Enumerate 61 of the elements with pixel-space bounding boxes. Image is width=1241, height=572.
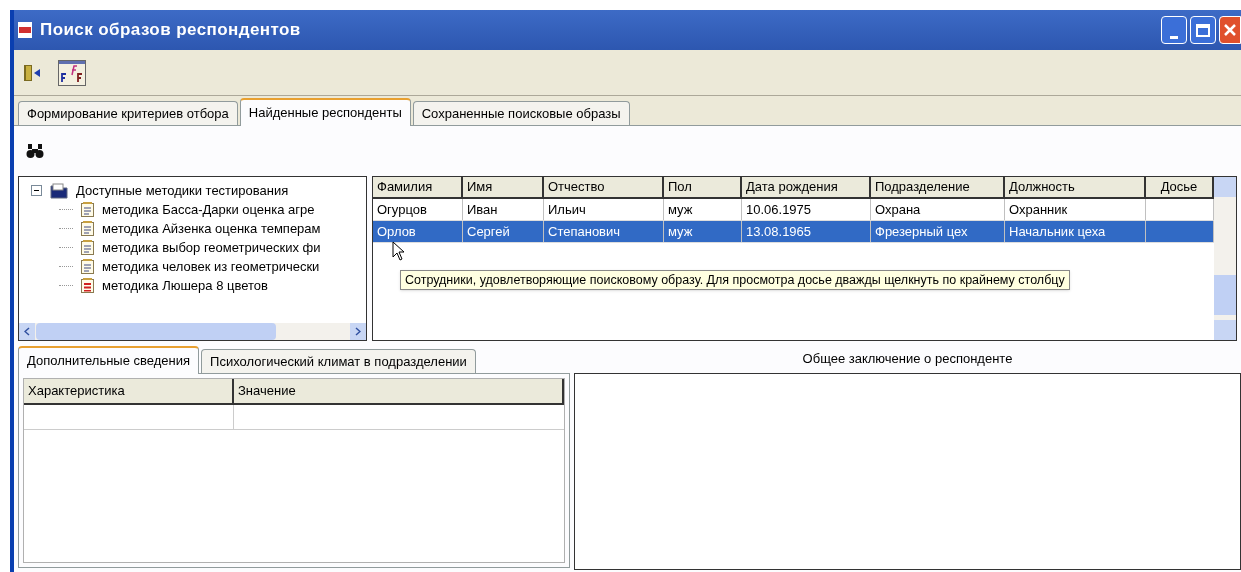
tab[interactable]: Формирование критериев отбора	[18, 101, 238, 125]
table-cell-text: Фрезерный цех	[875, 222, 968, 241]
tab[interactable]: Сохраненные поисковые образы	[412, 101, 630, 125]
tree-item[interactable]: методика человек из геометрически	[102, 256, 320, 277]
tree-item[interactable]: методика Басса-Дарки оценка агре	[102, 199, 315, 220]
tab[interactable]: Найденные респонденты	[239, 98, 411, 126]
tree-item[interactable]: Доступные методики тестирования	[76, 180, 289, 201]
app-icon	[18, 22, 32, 38]
table-cell-text: Огурцов	[377, 200, 427, 219]
collapse-icon[interactable]	[31, 185, 42, 196]
tooltip: Сотрудники, удовлетворяющие поисковому образу. Для просмотра досье дважды щелкнуть по крайнему столбцу	[400, 270, 1070, 290]
tab[interactable]: Дополнительные сведения	[18, 346, 200, 374]
column-header[interactable]: Имя	[463, 177, 544, 199]
conclusion-title: Общее заключение о респонденте	[802, 350, 1013, 369]
table-cell-text: муж	[668, 200, 693, 219]
table-cell-text: муж	[668, 222, 693, 241]
column-header[interactable]: Подразделение	[871, 177, 1005, 199]
table-cell-text: Охранник	[1009, 200, 1068, 219]
table-cell-text: Ильич	[548, 200, 586, 219]
table-cell-text: Степанович	[548, 222, 621, 241]
column-header[interactable]: Должность	[1005, 177, 1146, 199]
tree-item[interactable]: методика выбор геометрических фи	[102, 237, 321, 258]
folder-icon	[50, 182, 68, 199]
column-header[interactable]: Характеристика	[24, 379, 234, 405]
tab[interactable]: Психологический климат в подразделении	[201, 349, 476, 373]
close-button[interactable]	[1219, 16, 1241, 44]
close-icon	[1224, 24, 1236, 36]
table-cell-text: Сергей	[467, 222, 510, 241]
table-cell-text: 10.06.1975	[746, 200, 812, 219]
column-header[interactable]: Досье	[1146, 177, 1214, 199]
tree-item[interactable]: методика Айзенка оценка темперам	[102, 218, 321, 239]
table-row[interactable]: Огурцов Иван Ильич муж 10.06.1975 Охрана Охранник	[373, 199, 1214, 221]
formula-icon[interactable]	[58, 59, 86, 86]
document-icon	[81, 259, 94, 274]
column-header[interactable]: Отчество	[544, 177, 664, 199]
column-header[interactable]: Пол	[664, 177, 742, 199]
tree-item[interactable]: методика Люшера 8 цветов	[102, 275, 268, 296]
table-cell-text: Охрана	[875, 200, 921, 219]
exit-door-icon[interactable]	[22, 62, 42, 83]
document-icon	[81, 221, 94, 236]
document-icon	[81, 202, 94, 217]
table-cell-text: Иван	[467, 200, 498, 219]
binoculars-icon[interactable]	[26, 143, 44, 159]
column-header[interactable]: Фамилия	[373, 177, 463, 199]
table-cell-text: Начальник цеха	[1009, 222, 1106, 241]
table-cell-text: 13.08.1965	[746, 222, 812, 241]
vertical-scrollbar[interactable]	[1214, 177, 1236, 340]
scroll-right-icon[interactable]	[355, 327, 361, 336]
maximize-button[interactable]	[1190, 16, 1216, 44]
column-header[interactable]: Дата рождения	[742, 177, 871, 199]
minimize-button[interactable]	[1161, 16, 1187, 44]
table-row[interactable]: Орлов Сергей Степанович муж 13.08.1965 Фрезерный цех Начальник цеха	[373, 221, 1214, 243]
scroll-left-icon[interactable]	[24, 327, 30, 336]
document-icon	[81, 240, 94, 255]
column-header[interactable]: Значение	[234, 379, 564, 405]
conclusion-field[interactable]	[574, 373, 1241, 570]
marked-document-icon	[81, 278, 94, 293]
window-title: Поиск образов респондентов	[40, 19, 301, 42]
horizontal-scrollbar[interactable]	[19, 323, 366, 340]
cursor-icon	[392, 241, 406, 261]
table-cell-text: Орлов	[377, 222, 416, 241]
